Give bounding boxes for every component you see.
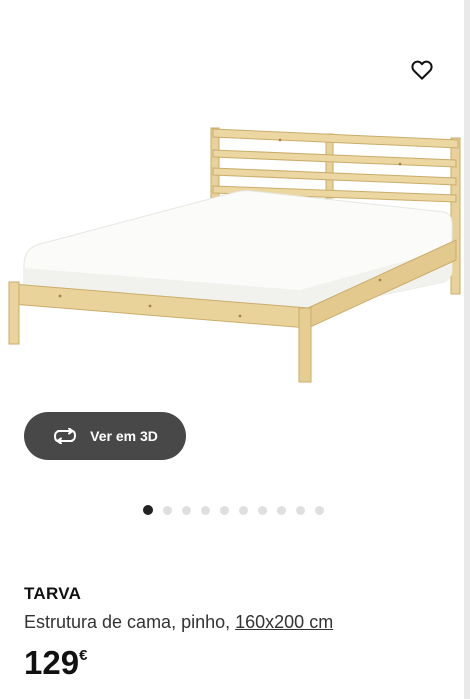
- size-link[interactable]: 160x200 cm: [235, 612, 333, 632]
- carousel-dot[interactable]: [296, 505, 305, 515]
- carousel-dot[interactable]: [258, 505, 267, 515]
- carousel-dot[interactable]: [220, 505, 229, 515]
- price-currency: €: [79, 647, 88, 664]
- carousel-dot[interactable]: [277, 505, 286, 515]
- description-text: Estrutura de cama, pinho,: [24, 612, 236, 632]
- carousel-indicator: [143, 505, 324, 515]
- view-3d-button[interactable]: Ver em 3D: [24, 412, 186, 460]
- heart-icon: [411, 60, 433, 80]
- scroll-edge: [464, 0, 470, 699]
- carousel-dot[interactable]: [182, 505, 191, 515]
- carousel-dot[interactable]: [315, 505, 324, 515]
- bed-image: [8, 127, 461, 383]
- product-price: 129€: [24, 646, 87, 679]
- carousel-dot[interactable]: [201, 505, 210, 515]
- product-name: TARVA: [24, 584, 82, 603]
- product-description: Estrutura de cama, pinho, 160x200 cm: [24, 612, 333, 633]
- view-3d-label: Ver em 3D: [90, 428, 158, 444]
- carousel-dot[interactable]: [143, 505, 153, 515]
- carousel-dot[interactable]: [239, 505, 248, 515]
- carousel-dot[interactable]: [163, 505, 172, 515]
- rotate-3d-icon: [54, 428, 77, 444]
- price-value: 129: [24, 644, 80, 681]
- favorite-button[interactable]: [406, 54, 438, 86]
